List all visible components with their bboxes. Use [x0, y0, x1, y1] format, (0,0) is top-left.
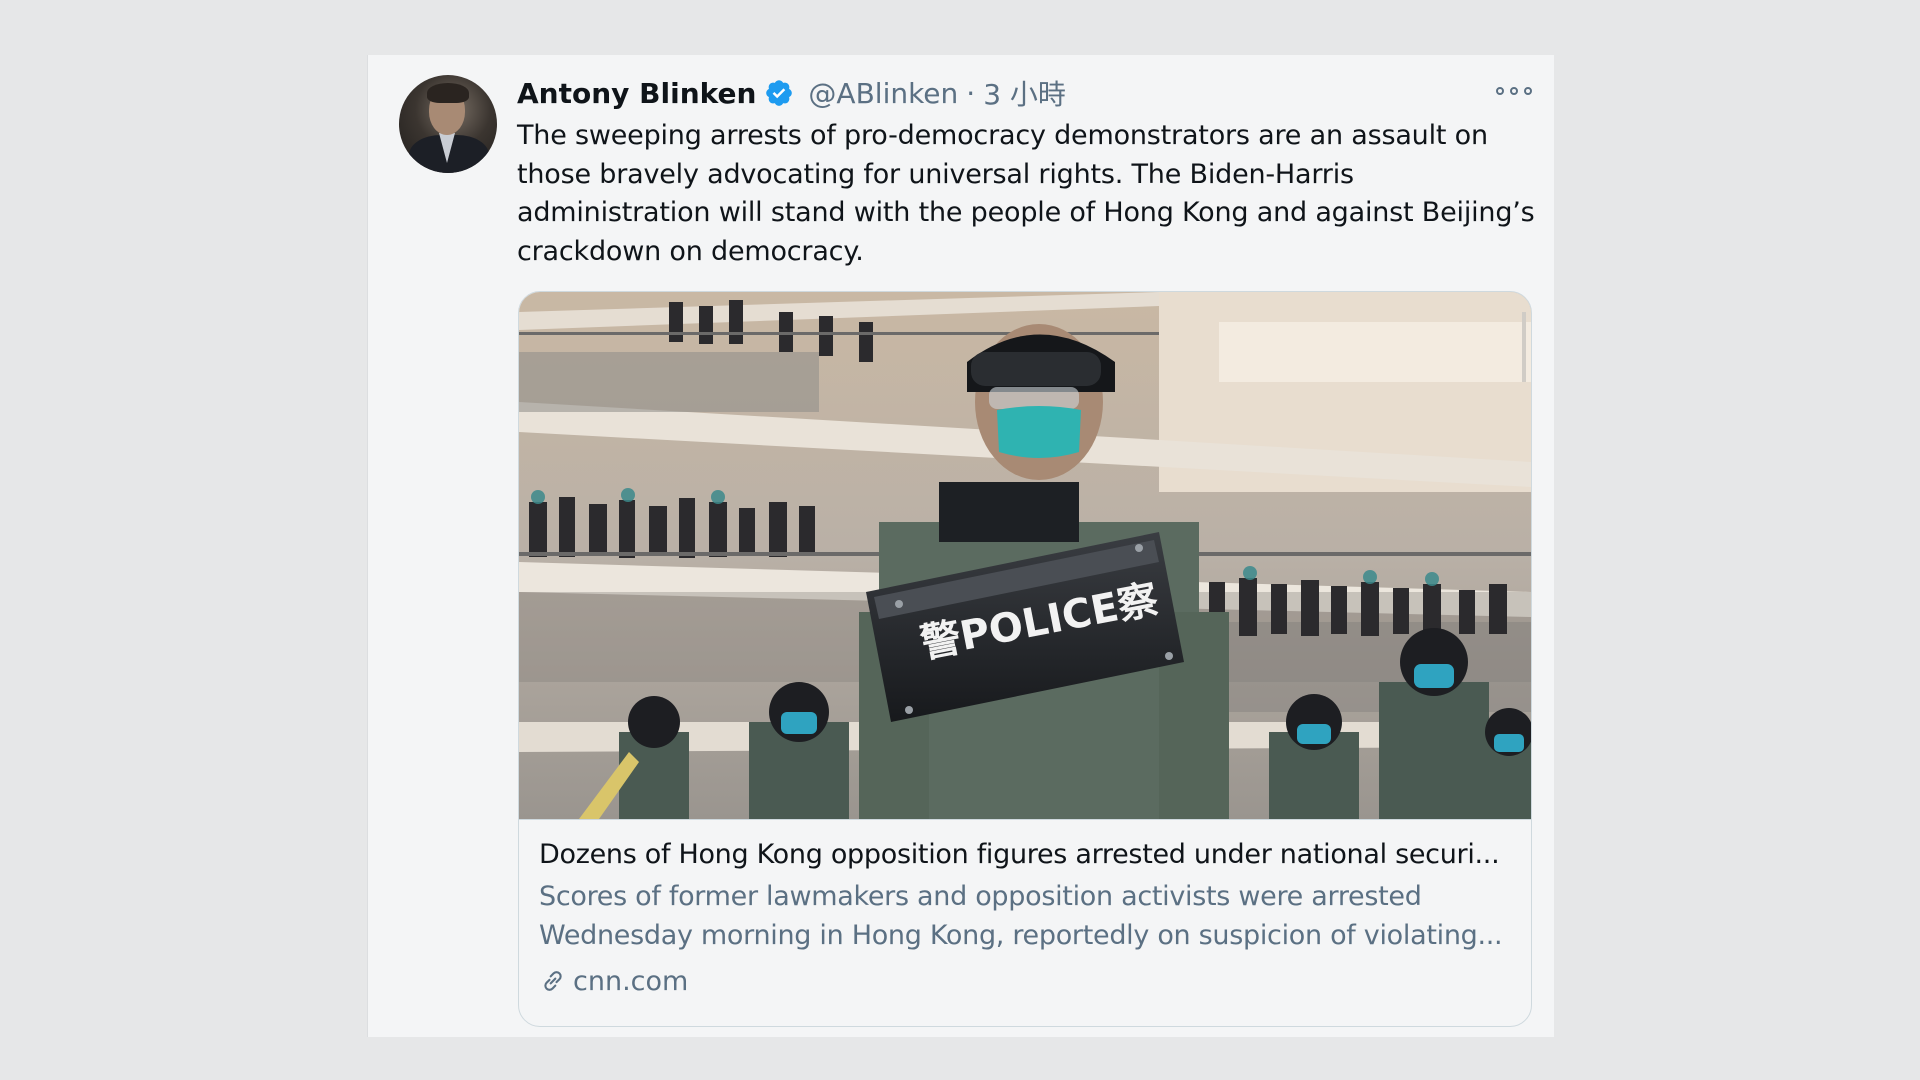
- more-options-icon[interactable]: [1496, 81, 1532, 101]
- link-preview-image[interactable]: 警POLICE察: [519, 292, 1531, 819]
- more-dot: [1496, 87, 1504, 95]
- link-icon: [544, 971, 562, 991]
- tweet-timestamp[interactable]: 3 小時: [983, 73, 1066, 113]
- tweet-text-line: administration will stand with the peopl…: [517, 197, 1535, 228]
- link-preview-title[interactable]: Dozens of Hong Kong opposition figures a…: [539, 836, 1514, 874]
- author-handle[interactable]: @ABlinken: [808, 77, 958, 110]
- author-avatar[interactable]: [399, 75, 497, 173]
- separator-dot: ·: [966, 76, 976, 110]
- author-name[interactable]: Antony Blinken: [517, 77, 756, 110]
- tweet-text: The sweeping arrests of pro-democracy de…: [517, 117, 1537, 271]
- avatar-hair: [427, 83, 469, 103]
- link-preview-description: Scores of former lawmakers and oppositio…: [539, 878, 1514, 955]
- tweet-text-line: crackdown on democracy.: [517, 235, 864, 267]
- tweet-header: Antony Blinken @ABlinken · 3 小時: [517, 73, 1066, 113]
- more-dot: [1510, 87, 1518, 95]
- verified-badge-icon: [766, 80, 793, 106]
- link-preview-description-line: Scores of former lawmakers and oppositio…: [539, 881, 1422, 912]
- link-preview-text[interactable]: Dozens of Hong Kong opposition figures a…: [519, 819, 1531, 1026]
- tweet-text-line: those bravely advocating for universal r…: [517, 158, 1354, 190]
- more-dot: [1524, 87, 1532, 95]
- link-preview-domain-text[interactable]: cnn.com: [573, 966, 688, 997]
- link-preview-card[interactable]: 警POLICE察 Dozens of Hong Kong opposition …: [518, 291, 1532, 1027]
- link-preview-domain[interactable]: cnn.com: [539, 962, 688, 1000]
- tweet[interactable]: Antony Blinken @ABlinken · 3 小時 The swee…: [367, 55, 1554, 1037]
- tweet-text-line: The sweeping arrests of pro-democracy de…: [517, 120, 1488, 151]
- link-preview-description-line: Wednesday morning in Hong Kong, reported…: [539, 919, 1503, 951]
